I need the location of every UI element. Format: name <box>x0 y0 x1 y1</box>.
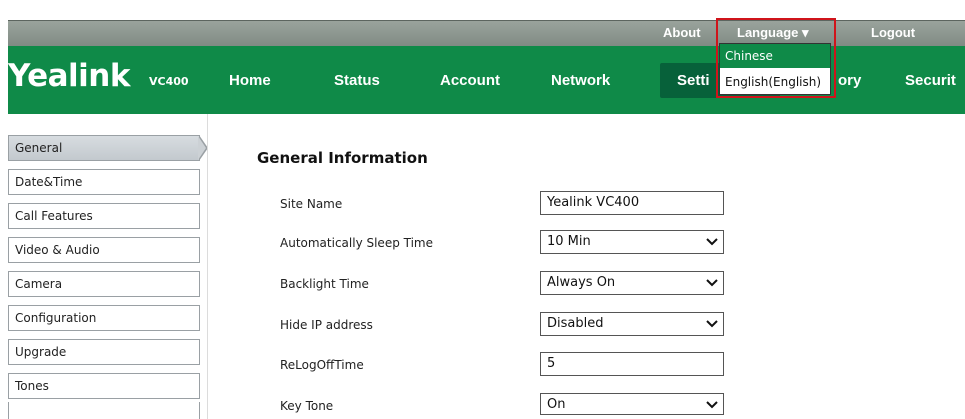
backlight-time-label: Backlight Time <box>280 277 369 291</box>
key-tone-value: On <box>547 397 566 412</box>
tab-settings[interactable]: Setti <box>677 72 710 89</box>
tab-directory[interactable]: ory <box>838 72 861 89</box>
content-divider <box>207 114 208 419</box>
hide-ip-value: Disabled <box>547 316 604 331</box>
key-tone-select[interactable]: On <box>540 393 724 415</box>
chevron-down-icon <box>706 279 718 287</box>
site-name-input[interactable]: Yealink VC400 <box>540 191 724 215</box>
sleep-time-value: 10 Min <box>547 234 591 249</box>
sidebar-item-upgrade[interactable]: Upgrade <box>8 339 200 365</box>
hide-ip-select[interactable]: Disabled <box>540 312 724 336</box>
sidebar-item-general[interactable]: General <box>8 135 200 161</box>
sidebar-item-video-audio[interactable]: Video & Audio <box>8 237 200 263</box>
sleep-time-select[interactable]: 10 Min <box>540 230 724 254</box>
key-tone-label: Key Tone <box>280 399 334 413</box>
model-label: VC400 <box>149 75 189 88</box>
sidebar-item-call-features[interactable]: Call Features <box>8 203 200 229</box>
sidebar-continuation <box>8 402 200 419</box>
chevron-down-icon <box>706 401 718 409</box>
yealink-logo: Yealink <box>8 58 130 94</box>
active-pointer-fill <box>198 136 206 160</box>
backlight-time-select[interactable]: Always On <box>540 271 724 295</box>
tab-home[interactable]: Home <box>229 72 271 89</box>
sidebar-item-configuration[interactable]: Configuration <box>8 305 200 331</box>
tab-network[interactable]: Network <box>551 72 610 89</box>
logout-link[interactable]: Logout <box>871 25 915 40</box>
sidebar-item-camera[interactable]: Camera <box>8 271 200 297</box>
tab-account[interactable]: Account <box>440 72 500 89</box>
page-title: General Information <box>257 149 428 167</box>
tab-status[interactable]: Status <box>334 72 380 89</box>
language-option-chinese[interactable]: Chinese <box>720 44 830 68</box>
chevron-down-icon <box>706 238 718 246</box>
tab-security[interactable]: Securit <box>905 72 956 89</box>
chevron-down-icon <box>706 320 718 328</box>
sidebar-item-tones[interactable]: Tones <box>8 373 200 399</box>
sleep-time-label: Automatically Sleep Time <box>280 236 433 250</box>
app-window: About Language ▾ Logout Yealink VC400 Ho… <box>0 0 965 419</box>
language-option-english[interactable]: English(English) <box>720 70 830 94</box>
about-link[interactable]: About <box>663 25 701 40</box>
language-dropdown: Chinese English(English) <box>719 43 831 95</box>
relogoff-time-input[interactable]: 5 <box>540 352 724 376</box>
relogoff-time-label: ReLogOffTime <box>280 358 364 372</box>
backlight-time-value: Always On <box>547 275 616 290</box>
hide-ip-label: Hide IP address <box>280 318 373 332</box>
sidebar-item-date-time[interactable]: Date&Time <box>8 169 200 195</box>
site-name-label: Site Name <box>280 197 343 211</box>
